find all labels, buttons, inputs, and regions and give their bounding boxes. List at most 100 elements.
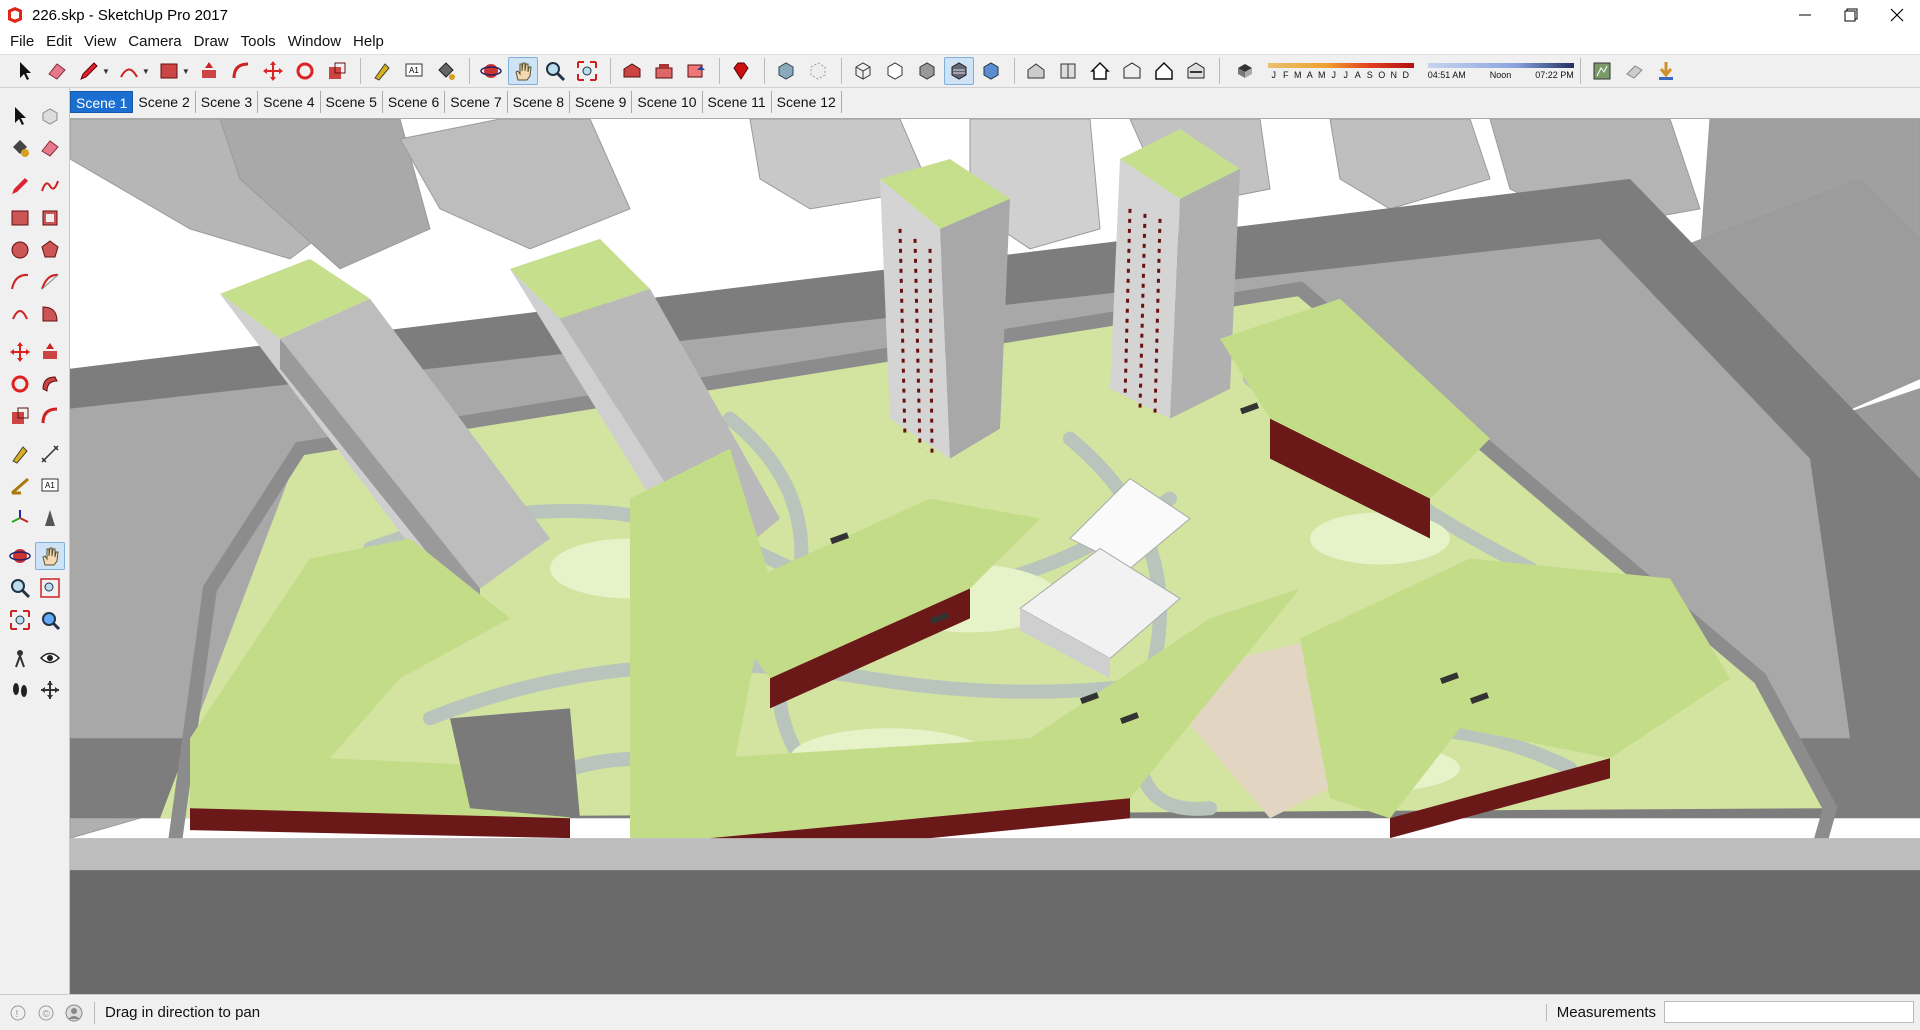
menu-file[interactable]: File bbox=[4, 30, 40, 54]
geo-location-status[interactable]: ! bbox=[8, 1003, 28, 1023]
scene-tab-5[interactable]: Scene 5 bbox=[321, 91, 383, 113]
scale-button[interactable] bbox=[322, 57, 352, 85]
dimensions-button[interactable] bbox=[35, 440, 65, 468]
scene-tab-2[interactable]: Scene 2 bbox=[133, 91, 196, 113]
line-dropdown-icon[interactable]: ▼ bbox=[102, 67, 110, 76]
hidden-line-button[interactable] bbox=[880, 57, 910, 85]
arc-tool-button[interactable] bbox=[114, 57, 144, 85]
scale-button[interactable] bbox=[5, 402, 35, 430]
zoom-extents-button[interactable] bbox=[5, 606, 35, 634]
scene-tab-9[interactable]: Scene 9 bbox=[570, 91, 633, 113]
back-view-button[interactable] bbox=[1149, 57, 1179, 85]
follow-me-button[interactable] bbox=[35, 370, 65, 398]
section-plane-button[interactable] bbox=[35, 676, 65, 704]
scene-tab-3[interactable]: Scene 3 bbox=[196, 91, 259, 113]
pie-button[interactable] bbox=[35, 300, 65, 328]
zoom-extents-button[interactable] bbox=[572, 57, 602, 85]
menu-camera[interactable]: Camera bbox=[122, 30, 187, 54]
month-slider-track[interactable] bbox=[1267, 62, 1414, 68]
line-tool-button[interactable] bbox=[74, 57, 104, 85]
month-slider[interactable]: J F M A M J J A S O N D bbox=[1267, 62, 1414, 80]
top-view-button[interactable] bbox=[1053, 57, 1083, 85]
rectangle-button[interactable] bbox=[5, 204, 35, 232]
shaded-button[interactable] bbox=[912, 57, 942, 85]
look-around-button[interactable] bbox=[35, 644, 65, 672]
scene-tab-1[interactable]: Scene 1 bbox=[70, 91, 134, 113]
walk-button[interactable] bbox=[5, 676, 35, 704]
zoom-window-button[interactable] bbox=[35, 574, 65, 602]
menu-help[interactable]: Help bbox=[347, 30, 390, 54]
push-pull-button[interactable] bbox=[35, 338, 65, 366]
axes-button[interactable] bbox=[5, 504, 35, 532]
select-tool-button[interactable] bbox=[10, 57, 40, 85]
scene-tab-10[interactable]: Scene 10 bbox=[632, 91, 703, 113]
share-model-button[interactable] bbox=[681, 57, 711, 85]
eraser-button[interactable] bbox=[35, 134, 65, 162]
paint-bucket-button[interactable] bbox=[5, 134, 35, 162]
offset-button[interactable] bbox=[35, 402, 65, 430]
photo-textures-button[interactable] bbox=[1619, 57, 1649, 85]
move-button[interactable] bbox=[258, 57, 288, 85]
restore-button[interactable] bbox=[1828, 0, 1874, 30]
tape-measure-button[interactable] bbox=[367, 57, 397, 85]
orbit-button[interactable] bbox=[476, 57, 506, 85]
scene-tab-6[interactable]: Scene 6 bbox=[383, 91, 446, 113]
menu-edit[interactable]: Edit bbox=[40, 30, 78, 54]
3d-warehouse-button[interactable] bbox=[617, 57, 647, 85]
circle-button[interactable] bbox=[5, 236, 35, 264]
menu-tools[interactable]: Tools bbox=[235, 30, 282, 54]
offset-button[interactable] bbox=[226, 57, 256, 85]
pan-button[interactable] bbox=[507, 57, 538, 85]
model-scene[interactable] bbox=[70, 119, 1920, 994]
scene-tab-11[interactable]: Scene 11 bbox=[703, 91, 772, 113]
menu-draw[interactable]: Draw bbox=[188, 30, 235, 54]
menu-view[interactable]: View bbox=[78, 30, 122, 54]
add-location-button[interactable] bbox=[1587, 57, 1617, 85]
get-terrain-button[interactable] bbox=[1651, 57, 1681, 85]
extension-manager-button[interactable] bbox=[726, 57, 756, 85]
three-point-arc-button[interactable] bbox=[5, 300, 35, 328]
credits-status[interactable]: © bbox=[36, 1003, 56, 1023]
left-view-button[interactable] bbox=[1181, 57, 1211, 85]
rotated-rectangle-button[interactable] bbox=[35, 204, 65, 232]
3d-text-button[interactable] bbox=[35, 504, 65, 532]
freehand-button[interactable] bbox=[35, 172, 65, 200]
time-slider-track[interactable] bbox=[1427, 62, 1574, 68]
measurements-input[interactable] bbox=[1664, 1001, 1914, 1023]
arc-button[interactable] bbox=[5, 268, 35, 296]
push-pull-button[interactable] bbox=[194, 57, 224, 85]
rotate-button[interactable] bbox=[290, 57, 320, 85]
eraser-tool-button[interactable] bbox=[42, 57, 72, 85]
make-component-button[interactable] bbox=[35, 102, 65, 130]
shape-dropdown-icon[interactable]: ▼ bbox=[182, 67, 190, 76]
close-button[interactable] bbox=[1874, 0, 1920, 30]
front-view-button[interactable] bbox=[1085, 57, 1115, 85]
minimize-button[interactable] bbox=[1782, 0, 1828, 30]
arc-dropdown-icon[interactable]: ▼ bbox=[142, 67, 150, 76]
xray-button[interactable] bbox=[771, 57, 801, 85]
scene-tab-12[interactable]: Scene 12 bbox=[772, 91, 842, 113]
extension-warehouse-button[interactable] bbox=[649, 57, 679, 85]
scene-tab-7[interactable]: Scene 7 bbox=[445, 91, 508, 113]
line-button[interactable] bbox=[5, 172, 35, 200]
polygon-button[interactable] bbox=[35, 236, 65, 264]
move-button[interactable] bbox=[5, 338, 35, 366]
position-camera-button[interactable] bbox=[5, 644, 35, 672]
scene-tab-4[interactable]: Scene 4 bbox=[258, 91, 321, 113]
paint-bucket-button[interactable] bbox=[431, 57, 461, 85]
zoom-button[interactable] bbox=[5, 574, 35, 602]
select-tool-button[interactable] bbox=[5, 102, 35, 130]
shadows-toggle-button[interactable] bbox=[1230, 57, 1260, 85]
shape-tool-button[interactable] bbox=[154, 57, 184, 85]
time-slider[interactable]: 04:51 AM Noon 07:22 PM bbox=[1427, 62, 1574, 80]
iso-view-button[interactable] bbox=[1021, 57, 1051, 85]
wireframe-button[interactable] bbox=[848, 57, 878, 85]
scene-tab-8[interactable]: Scene 8 bbox=[508, 91, 570, 113]
rotate-button[interactable] bbox=[5, 370, 35, 398]
shaded-textures-button[interactable] bbox=[943, 57, 974, 85]
tape-measure-button[interactable] bbox=[5, 440, 35, 468]
text-button[interactable]: A1 bbox=[399, 57, 429, 85]
zoom-button[interactable] bbox=[540, 57, 570, 85]
back-edges-button[interactable] bbox=[803, 57, 833, 85]
protractor-button[interactable] bbox=[5, 472, 35, 500]
